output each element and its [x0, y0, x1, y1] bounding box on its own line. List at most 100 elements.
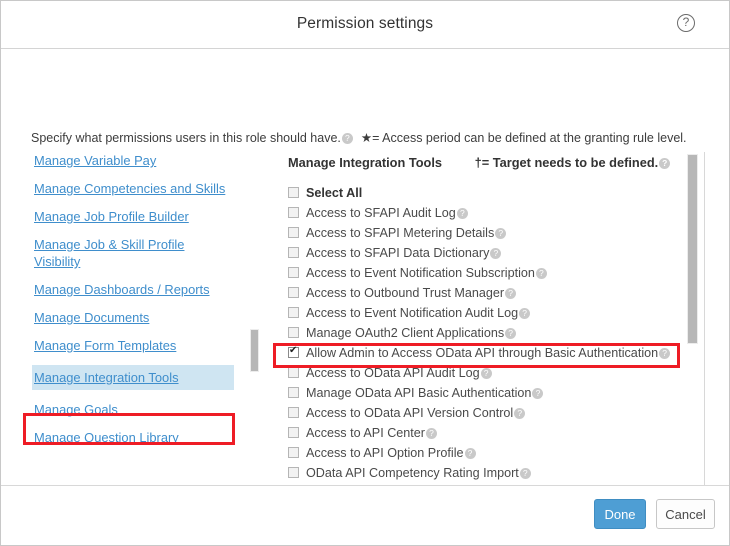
permission-help-icon[interactable]: ?	[532, 388, 543, 399]
left-panel-scrollbar-thumb[interactable]	[250, 329, 259, 372]
permission-list-scrollbar-thumb[interactable]	[687, 154, 698, 344]
permission-label: Access to SFAPI Metering Details	[306, 223, 494, 243]
dialog-titlebar: Permission settings ?	[1, 1, 729, 49]
permission-categories-panel: Manage Variable Pay Manage Competencies …	[1, 152, 259, 485]
permission-row-select-all[interactable]: Select All	[269, 183, 719, 203]
permission-help-icon[interactable]: ?	[505, 288, 516, 299]
sidebar-link[interactable]: Manage Variable Pay	[34, 152, 234, 169]
sidebar-link[interactable]: Manage Goals	[34, 401, 234, 418]
dialog-footer: Done Cancel	[1, 485, 729, 545]
permission-row-access-to-api-option-profile[interactable]: Access to API Option Profile?	[269, 443, 719, 463]
sidebar-item-manage-goals[interactable]: Manage Goals	[1, 401, 259, 418]
permission-label: Manage OData API Basic Authentication	[306, 383, 531, 403]
checkbox[interactable]	[288, 367, 299, 378]
checkbox[interactable]	[288, 447, 299, 458]
permission-settings-dialog: Permission settings ? Specify what permi…	[0, 0, 730, 546]
checkbox[interactable]	[288, 287, 299, 298]
checkbox[interactable]	[288, 327, 299, 338]
permission-row-access-to-sfapi-data-dictionary[interactable]: Access to SFAPI Data Dictionary?	[269, 243, 719, 263]
permission-label: Access to Event Notification Audit Log	[306, 303, 518, 323]
permission-help-icon[interactable]: ?	[495, 228, 506, 239]
permission-label: Access to Event Notification Subscriptio…	[306, 263, 535, 283]
checkbox[interactable]	[288, 407, 299, 418]
sidebar-link[interactable]: Manage Question Library	[34, 429, 234, 446]
star-legend: ★= Access period can be defined at the g…	[361, 131, 687, 145]
sidebar-item-manage-variable-pay[interactable]: Manage Variable Pay	[1, 152, 259, 169]
sidebar-link[interactable]: Manage Form Templates	[34, 337, 234, 354]
permission-row-odata-api-competency-rating-import[interactable]: OData API Competency Rating Import?	[269, 463, 719, 483]
permission-label: Manage OAuth2 Client Applications	[306, 323, 504, 343]
cancel-button[interactable]: Cancel	[656, 499, 715, 529]
permission-list-scrollbar[interactable]	[687, 154, 698, 485]
permission-help-icon[interactable]: ?	[520, 468, 531, 479]
permission-row-access-to-event-notification-subscription[interactable]: Access to Event Notification Subscriptio…	[269, 263, 719, 283]
sidebar-link[interactable]: Manage Job Profile Builder	[34, 208, 234, 225]
help-icon[interactable]: ?	[677, 14, 695, 32]
sidebar-item-manage-job-and-skill-profile-visibility[interactable]: Manage Job & Skill Profile Visibility	[1, 236, 259, 270]
checkbox[interactable]	[288, 267, 299, 278]
permission-label: Access to OData API Audit Log	[306, 363, 480, 383]
permission-row-access-to-odata-api-audit-log[interactable]: Access to OData API Audit Log?	[269, 363, 719, 383]
permission-help-icon[interactable]: ?	[426, 428, 437, 439]
dialog-body: Specify what permissions users in this r…	[1, 49, 729, 485]
sidebar-item-manage-integration-tools[interactable]: Manage Integration Tools	[1, 365, 259, 390]
permission-row-manage-oauth2-client-applications[interactable]: Manage OAuth2 Client Applications?	[269, 323, 719, 343]
permission-label: Access to SFAPI Data Dictionary	[306, 243, 489, 263]
permission-label: Access to API Option Profile	[306, 443, 464, 463]
sidebar-link[interactable]: Manage Integration Tools	[32, 365, 234, 390]
permission-help-icon[interactable]: ?	[457, 208, 468, 219]
checkbox[interactable]	[288, 307, 299, 318]
permission-row-allow-admin-to-access-odata-api-through-basic-authentication[interactable]: Allow Admin to Access OData API through …	[269, 343, 719, 363]
permission-help-icon[interactable]: ?	[481, 368, 492, 379]
permission-checkbox-list: Select All Access to SFAPI Audit Log? Ac…	[269, 183, 719, 485]
sidebar-link[interactable]: Manage Competencies and Skills	[34, 180, 234, 197]
permission-row-access-to-sfapi-audit-log[interactable]: Access to SFAPI Audit Log?	[269, 203, 719, 223]
permission-help-icon[interactable]: ?	[490, 248, 501, 259]
permission-row-access-to-event-notification-audit-log[interactable]: Access to Event Notification Audit Log?	[269, 303, 719, 323]
checkbox[interactable]	[288, 187, 299, 198]
permission-label: Access to API Center	[306, 423, 425, 443]
permission-list-panel: Manage Integration Tools †= Target needs…	[269, 152, 719, 485]
checkbox[interactable]	[288, 227, 299, 238]
permission-group-header: Manage Integration Tools †= Target needs…	[288, 152, 719, 177]
sidebar-item-manage-documents[interactable]: Manage Documents	[1, 309, 259, 326]
done-button[interactable]: Done	[594, 499, 646, 529]
permission-help-icon[interactable]: ?	[505, 328, 516, 339]
permission-help-icon[interactable]: ?	[514, 408, 525, 419]
dialog-title: Permission settings	[1, 15, 729, 33]
permission-row-access-to-api-center[interactable]: Access to API Center?	[269, 423, 719, 443]
permission-label: OData API Competency Rating Import	[306, 463, 519, 483]
sidebar-item-manage-job-profile-builder[interactable]: Manage Job Profile Builder	[1, 208, 259, 225]
permission-help-icon[interactable]: ?	[519, 308, 530, 319]
checkbox[interactable]	[288, 467, 299, 478]
intro-sentence: Specify what permissions users in this r…	[31, 131, 341, 145]
permission-row-access-to-sfapi-metering-details[interactable]: Access to SFAPI Metering Details?	[269, 223, 719, 243]
permission-row-access-to-odata-api-version-control[interactable]: Access to OData API Version Control?	[269, 403, 719, 423]
permission-categories-list: Manage Variable Pay Manage Competencies …	[1, 152, 259, 457]
sidebar-item-manage-question-library[interactable]: Manage Question Library	[1, 429, 259, 446]
intro-help-icon[interactable]: ?	[342, 133, 353, 144]
sidebar-link[interactable]: Manage Job & Skill Profile Visibility	[34, 236, 234, 270]
sidebar-item-manage-competencies-and-skills[interactable]: Manage Competencies and Skills	[1, 180, 259, 197]
sidebar-link[interactable]: Manage Documents	[34, 309, 234, 326]
permission-group-title: Manage Integration Tools	[288, 155, 442, 170]
target-legend-help-icon[interactable]: ?	[659, 158, 670, 169]
permission-row-manage-odata-api-basic-authentication[interactable]: Manage OData API Basic Authentication?	[269, 383, 719, 403]
sidebar-item-manage-dashboards-reports[interactable]: Manage Dashboards / Reports	[1, 281, 259, 298]
sidebar-link[interactable]: Manage Dashboards / Reports	[34, 281, 234, 298]
panel-divider	[704, 152, 705, 485]
permission-help-icon[interactable]: ?	[536, 268, 547, 279]
permission-row-access-to-outbound-trust-manager[interactable]: Access to Outbound Trust Manager?	[269, 283, 719, 303]
permission-label: Allow Admin to Access OData API through …	[306, 343, 658, 363]
permission-help-icon[interactable]: ?	[465, 448, 476, 459]
permission-label: Access to SFAPI Audit Log	[306, 203, 456, 223]
permission-help-icon[interactable]: ?	[659, 348, 670, 359]
checkbox[interactable]	[288, 387, 299, 398]
left-panel-scrollbar[interactable]	[250, 164, 259, 485]
sidebar-item-manage-form-templates[interactable]: Manage Form Templates	[1, 337, 259, 354]
checkbox[interactable]	[288, 207, 299, 218]
permission-label: Select All	[306, 183, 362, 203]
checkbox[interactable]	[288, 247, 299, 258]
checkbox[interactable]	[288, 347, 299, 358]
checkbox[interactable]	[288, 427, 299, 438]
